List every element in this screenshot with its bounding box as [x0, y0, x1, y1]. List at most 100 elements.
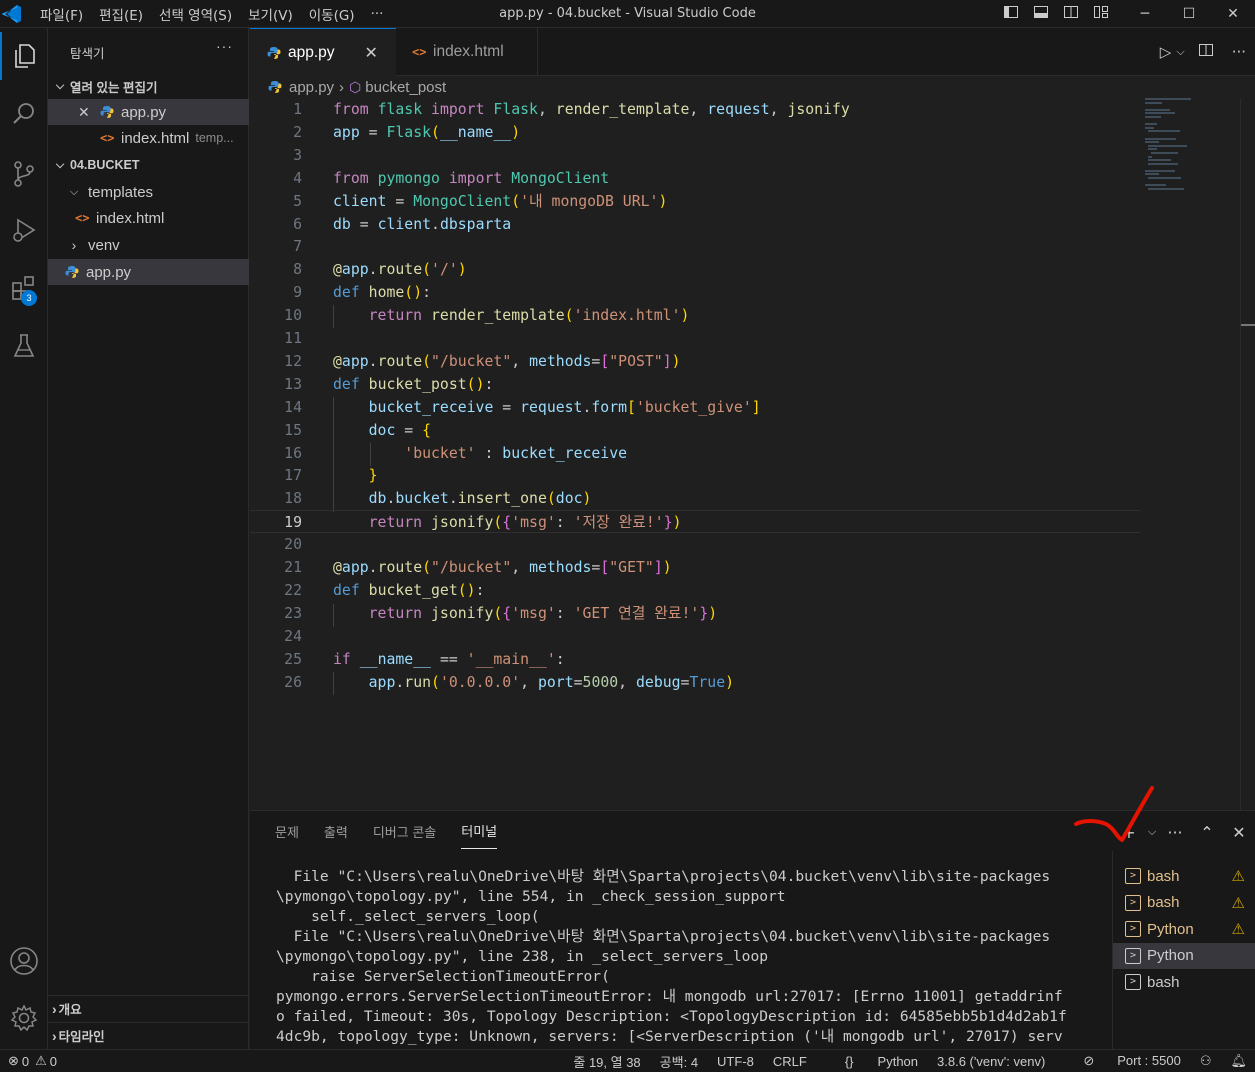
- settings-gear-icon[interactable]: [0, 994, 48, 1042]
- terminal-icon: >: [1125, 921, 1141, 937]
- toggle-panel-icon[interactable]: [1026, 4, 1056, 24]
- search-icon[interactable]: [0, 90, 48, 138]
- maximize-icon[interactable]: ☐: [1167, 0, 1211, 28]
- code-line[interactable]: 15 doc = {: [250, 419, 1140, 442]
- menu-file[interactable]: 파일(F): [32, 4, 91, 24]
- outline-section[interactable]: › 개요: [48, 995, 249, 1021]
- terminal-instance[interactable]: > bash ⚠: [1113, 890, 1255, 916]
- notifications-bell-icon[interactable]: 🔔︎: [1230, 1053, 1247, 1069]
- close-tab-icon[interactable]: ✕: [365, 43, 378, 63]
- tab-app-py[interactable]: app.py ✕: [250, 28, 396, 76]
- extensions-icon[interactable]: 3: [0, 264, 48, 312]
- tab-terminal[interactable]: 터미널: [461, 813, 498, 849]
- minimize-icon[interactable]: ─: [1123, 0, 1167, 28]
- split-editor-icon[interactable]: [1189, 42, 1223, 62]
- live-server[interactable]: ⊘ Port : 5500: [1064, 1053, 1181, 1069]
- workspace-folder-section[interactable]: ⌵ 04.BUCKET: [48, 152, 249, 178]
- status-right-items: 줄 19, 열 38 공백: 4 UTF-8 CRLF {} Python 3.8…: [554, 1050, 1247, 1072]
- menu-more[interactable]: ···: [363, 6, 392, 22]
- explorer-more-icon[interactable]: ···: [216, 38, 233, 54]
- code-text: doc = {: [368, 421, 432, 439]
- explorer-sidebar: 탐색기 ··· ⌵ 열려 있는 편집기 ✕ app.py <> index.ht…: [48, 28, 249, 1049]
- code-line[interactable]: 3: [250, 144, 1140, 167]
- timeline-section[interactable]: › 타임라인: [48, 1022, 249, 1048]
- feedback-icon[interactable]: ⚇: [1200, 1053, 1212, 1069]
- breadcrumb-symbol[interactable]: bucket_post: [365, 79, 446, 96]
- open-editor-app-py[interactable]: ✕ app.py: [48, 99, 249, 125]
- customize-layout-icon[interactable]: [1086, 4, 1116, 24]
- code-line[interactable]: 9 def home():: [250, 281, 1140, 304]
- run-dropdown-chevron-icon[interactable]: ⌵: [1172, 45, 1188, 59]
- code-line[interactable]: 23 return jsonify({'msg': 'GET 연결 완료!'}): [250, 602, 1140, 625]
- terminal-instance[interactable]: > Python: [1113, 942, 1255, 969]
- account-icon[interactable]: [0, 937, 48, 985]
- code-line[interactable]: 11: [250, 327, 1140, 350]
- layout-controls: [996, 0, 1116, 28]
- code-line[interactable]: 7: [250, 235, 1140, 258]
- terminal-instance[interactable]: > Python ⚠: [1113, 916, 1255, 942]
- status-problems[interactable]: ⊗ 0 ⚠ 0: [8, 1050, 57, 1072]
- close-editor-icon[interactable]: ✕: [78, 104, 92, 121]
- code-line[interactable]: 16 'bucket' : bucket_receive: [250, 442, 1140, 465]
- code-line[interactable]: 14 bucket_receive = request.form['bucket…: [250, 396, 1140, 419]
- code-editor[interactable]: 1 from flask import Flask, render_templat…: [250, 98, 1255, 810]
- close-panel-icon[interactable]: ✕: [1223, 823, 1255, 842]
- toggle-sidebar-icon[interactable]: [996, 4, 1026, 24]
- close-window-icon[interactable]: ✕: [1211, 0, 1255, 28]
- editor-scrollbar[interactable]: [1240, 98, 1255, 810]
- code-line[interactable]: 22 def bucket_get():: [250, 579, 1140, 602]
- code-line[interactable]: 13 def bucket_post():: [250, 373, 1140, 396]
- explorer-icon[interactable]: [0, 32, 48, 80]
- menu-view[interactable]: 보기(V): [240, 4, 301, 24]
- html-file-icon: <>: [75, 211, 90, 225]
- tree-folder-venv[interactable]: › venv: [48, 232, 249, 258]
- terminal-output[interactable]: File "C:\Users\realu\OneDrive\바탕 화면\Spar…: [276, 867, 1114, 1050]
- tree-file-index-html[interactable]: <> index.html: [48, 205, 249, 231]
- minimap[interactable]: [1145, 98, 1245, 190]
- tab-output[interactable]: 출력: [324, 814, 348, 849]
- language-mode[interactable]: {} Python: [826, 1054, 918, 1069]
- toggle-secondary-sidebar-icon[interactable]: [1056, 4, 1086, 24]
- code-line[interactable]: 20: [250, 533, 1140, 556]
- open-editors-section[interactable]: ⌵ 열려 있는 편집기: [48, 73, 249, 99]
- code-line[interactable]: 8 @app.route('/'): [250, 258, 1140, 281]
- menu-selection[interactable]: 선택 영역(S): [151, 4, 240, 24]
- code-line[interactable]: 25 if __name__ == '__main__':: [250, 648, 1140, 671]
- indentation[interactable]: 공백: 4: [660, 1052, 698, 1071]
- editor-more-icon[interactable]: ···: [1223, 43, 1255, 61]
- menu-go[interactable]: 이동(G): [301, 4, 363, 24]
- code-line[interactable]: 10 return render_template('index.html'): [250, 304, 1140, 327]
- run-debug-icon[interactable]: [0, 206, 48, 254]
- tree-file-app-py[interactable]: app.py: [48, 259, 249, 285]
- code-line[interactable]: 12 @app.route("/bucket", methods=["POST"]…: [250, 350, 1140, 373]
- testing-icon[interactable]: [0, 322, 48, 370]
- maximize-panel-icon[interactable]: ⌃: [1191, 823, 1223, 842]
- code-line[interactable]: 18 db.bucket.insert_one(doc): [250, 487, 1140, 510]
- tree-folder-templates[interactable]: ⌵ templates: [48, 179, 249, 205]
- code-line[interactable]: 24: [250, 625, 1140, 648]
- menu-edit[interactable]: 편집(E): [91, 4, 151, 24]
- tab-index-html[interactable]: <> index.html: [396, 28, 538, 76]
- code-line[interactable]: 26 app.run('0.0.0.0', port=5000, debug=T…: [250, 671, 1140, 694]
- source-control-icon[interactable]: [0, 150, 48, 198]
- encoding[interactable]: UTF-8: [717, 1054, 754, 1069]
- code-line[interactable]: 6 db = client.dbsparta: [250, 213, 1140, 236]
- code-line[interactable]: 17 }: [250, 464, 1140, 487]
- code-line[interactable]: 19 return jsonify({'msg': '저장 완료!'}): [250, 510, 1140, 534]
- code-line[interactable]: 5 client = MongoClient('내 mongoDB URL'): [250, 190, 1140, 213]
- code-line[interactable]: 21 @app.route("/bucket", methods=["GET"]): [250, 556, 1140, 579]
- open-editor-index-html[interactable]: <> index.html temp...: [48, 125, 249, 151]
- line-ending[interactable]: CRLF: [773, 1054, 807, 1069]
- tab-problems[interactable]: 문제: [275, 814, 299, 849]
- open-editor-label: app.py: [121, 103, 167, 121]
- code-line[interactable]: 4 from pymongo import MongoClient: [250, 167, 1140, 190]
- terminal-instance[interactable]: > bash ⚠: [1113, 863, 1255, 889]
- code-line[interactable]: 1 from flask import Flask, render_templat…: [250, 98, 1140, 121]
- python-interpreter[interactable]: 3.8.6 ('venv': venv): [937, 1054, 1045, 1069]
- breadcrumb-file[interactable]: app.py: [289, 79, 334, 96]
- tab-debug-console[interactable]: 디버그 콘솔: [373, 814, 436, 849]
- cursor-position[interactable]: 줄 19, 열 38: [573, 1052, 640, 1071]
- tree-item-label: templates: [88, 183, 154, 201]
- terminal-instance[interactable]: > bash: [1113, 969, 1255, 995]
- code-line[interactable]: 2 app = Flask(__name__): [250, 121, 1140, 144]
